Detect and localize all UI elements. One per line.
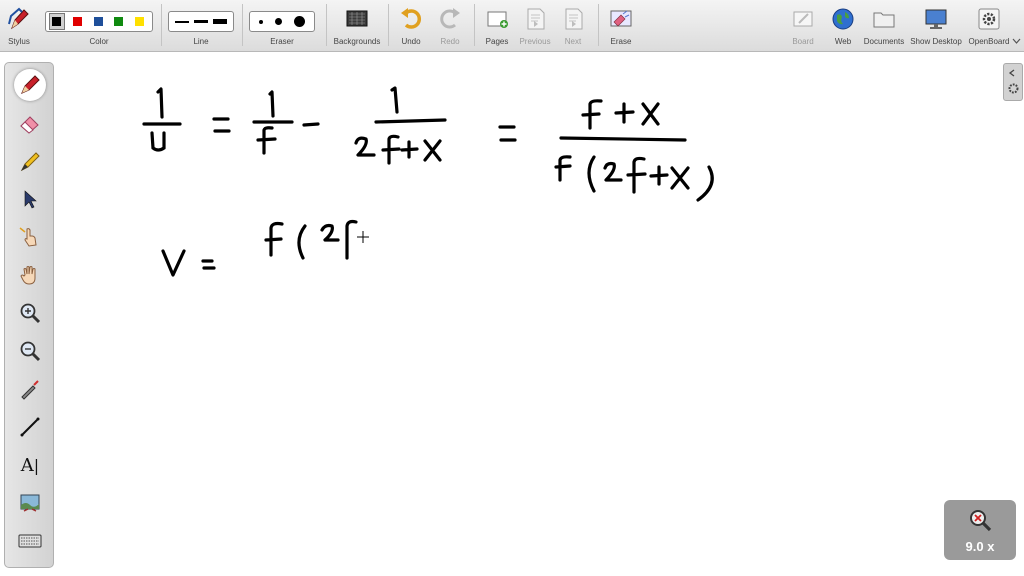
color-swatch[interactable]	[49, 13, 65, 30]
laser-hand-icon	[19, 227, 37, 247]
pages-label: Pages	[485, 37, 509, 46]
pages-button[interactable]: Pages	[480, 4, 514, 48]
pen-icon	[21, 75, 40, 94]
laser-pointer-icon	[21, 380, 39, 400]
zoom-out-tool-button[interactable]	[14, 335, 46, 367]
stylus-icon	[8, 7, 29, 30]
stylus-label: Stylus	[8, 37, 30, 46]
erase-label: Erase	[610, 37, 632, 46]
highlighter-icon	[20, 152, 40, 172]
handwritten-equation	[142, 86, 714, 277]
library-gear-icon	[1008, 83, 1019, 94]
redo-icon	[440, 8, 460, 29]
backgrounds-icon	[346, 10, 368, 27]
openboard-label: OpenBoard	[968, 37, 1010, 46]
next-button[interactable]: Next	[556, 4, 590, 48]
web-button[interactable]: Web	[826, 4, 860, 48]
pointer-icon	[24, 190, 37, 209]
zoom-level: 9.0 x	[965, 539, 995, 554]
color-swatches	[45, 11, 153, 32]
zoom-in-tool-button[interactable]	[14, 297, 46, 329]
hand-tool-button[interactable]	[14, 259, 46, 291]
color-swatch[interactable]	[131, 13, 147, 30]
color-label: Color	[89, 37, 109, 46]
library-panel-tab[interactable]	[1003, 63, 1023, 101]
zoom-indicator[interactable]: 9.0 x	[944, 500, 1016, 560]
stylus-button[interactable]: Stylus	[2, 4, 36, 48]
eraser-label: Eraser	[270, 37, 294, 46]
previous-button[interactable]: Previous	[516, 4, 554, 48]
line-icon	[20, 417, 40, 437]
eraser-large-button[interactable]	[294, 16, 305, 27]
erase-button[interactable]: Erase	[604, 4, 638, 48]
show-desktop-label: Show Desktop	[910, 37, 962, 46]
undo-icon	[401, 8, 422, 29]
folder-icon	[873, 12, 895, 28]
selector-tool-button[interactable]	[14, 183, 46, 215]
line-medium-button[interactable]	[193, 20, 208, 23]
hand-icon	[20, 266, 36, 285]
zoom-reset-icon	[970, 510, 992, 532]
color-swatch[interactable]	[111, 13, 127, 30]
zoom-out-icon	[20, 341, 41, 362]
crosshair-cursor-icon	[357, 231, 369, 243]
main-toolbar: Stylus Color Line Eraser Backgrounds Und…	[0, 0, 1024, 52]
eraser-sizes	[249, 11, 315, 32]
line-label: Line	[193, 37, 209, 46]
previous-page-icon	[527, 8, 545, 30]
line-group: Line	[166, 4, 236, 48]
collapse-arrow-icon	[1008, 69, 1015, 77]
show-desktop-button[interactable]: Show Desktop	[909, 4, 963, 48]
zoom-in-icon	[20, 303, 41, 324]
gear-icon	[978, 8, 1000, 30]
erase-board-icon	[610, 10, 632, 27]
tool-sidebar: A|	[4, 62, 54, 568]
capture-tool-button[interactable]	[14, 487, 46, 519]
openboard-button[interactable]: OpenBoard	[966, 4, 1012, 48]
documents-button[interactable]: Documents	[862, 4, 906, 48]
capture-icon	[20, 494, 40, 512]
pen-tool-button[interactable]	[14, 69, 46, 101]
backgrounds-button[interactable]: Backgrounds	[330, 4, 384, 48]
keyboard-tool-button[interactable]	[14, 525, 46, 557]
board-icon	[793, 11, 813, 27]
line-tool-button[interactable]	[14, 411, 46, 443]
pages-add-icon	[487, 11, 508, 28]
undo-label: Undo	[401, 37, 421, 46]
board-label: Board	[792, 37, 814, 46]
highlighter-tool-button[interactable]	[14, 145, 46, 177]
web-label: Web	[834, 37, 852, 46]
line-thin-button[interactable]	[174, 20, 189, 23]
undo-button[interactable]: Undo	[394, 4, 428, 48]
globe-icon	[832, 8, 854, 30]
text-icon: A|	[20, 454, 40, 476]
play-tool-button[interactable]	[14, 221, 46, 253]
keyboard-icon	[18, 534, 42, 548]
eraser-medium-button[interactable]	[275, 18, 282, 25]
documents-label: Documents	[863, 37, 905, 46]
previous-label: Previous	[519, 37, 551, 46]
text-tool-button[interactable]: A|	[14, 449, 46, 481]
color-swatch[interactable]	[90, 13, 106, 30]
laser-pointer-tool-button[interactable]	[14, 373, 46, 405]
monitor-icon	[925, 9, 947, 29]
eraser-icon	[20, 116, 39, 134]
drawing-canvas[interactable]	[56, 53, 1024, 576]
eraser-group: Eraser	[247, 4, 317, 48]
color-group: Color	[42, 4, 156, 48]
eraser-small-button[interactable]	[259, 19, 263, 24]
board-button[interactable]: Board	[786, 4, 820, 48]
backgrounds-label: Backgrounds	[333, 37, 381, 46]
redo-label: Redo	[440, 37, 460, 46]
color-swatch[interactable]	[70, 13, 86, 30]
next-label: Next	[564, 37, 582, 46]
toolbar-collapse-icon[interactable]	[1012, 38, 1021, 45]
line-thick-button[interactable]	[213, 19, 228, 24]
line-widths	[168, 11, 234, 32]
next-page-icon	[565, 8, 583, 30]
eraser-tool-button[interactable]	[14, 107, 46, 139]
redo-button[interactable]: Redo	[433, 4, 467, 48]
